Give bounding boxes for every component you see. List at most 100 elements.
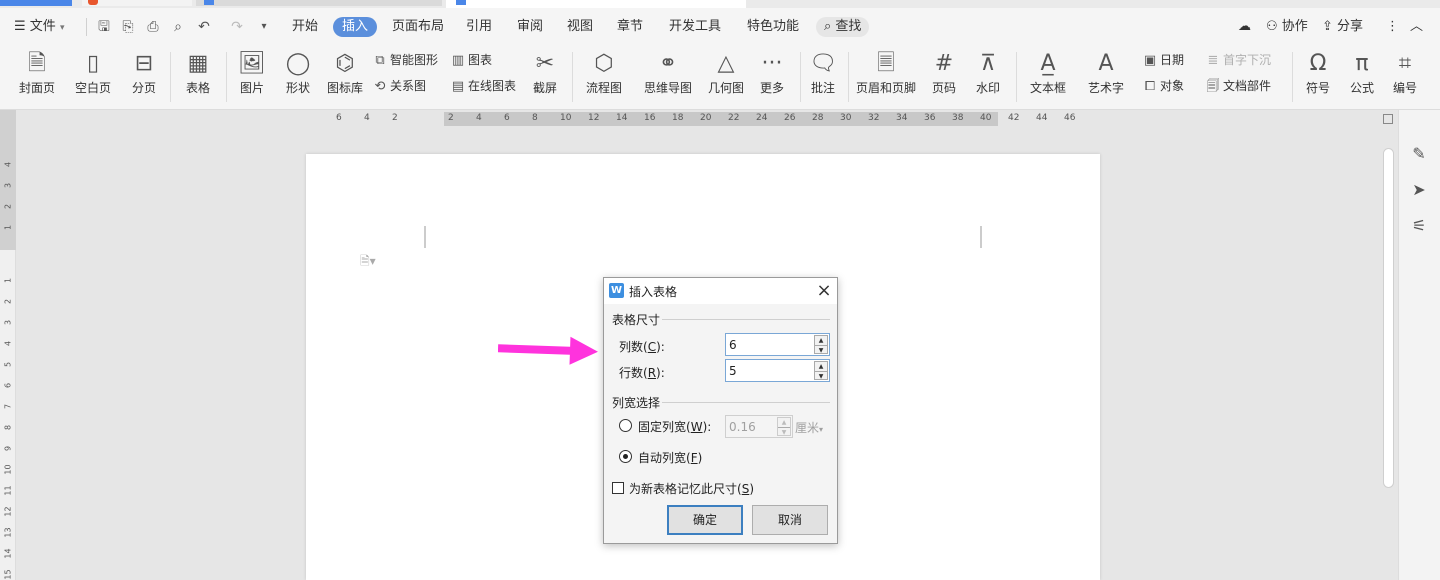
- close-icon[interactable]: ×: [814, 281, 834, 301]
- more-button[interactable]: ··· 更多: [752, 50, 792, 96]
- tab-document-2[interactable]: [196, 0, 442, 6]
- tab-page-layout[interactable]: 页面布局: [392, 17, 444, 37]
- fixed-width-radio[interactable]: [619, 419, 632, 432]
- picture-button[interactable]: 🖼 图片: [232, 50, 272, 96]
- icon-library-button[interactable]: ⌬ 图标库: [324, 50, 366, 96]
- hamburger-icon: ☰: [14, 19, 26, 34]
- decrement-icon: ▼: [815, 345, 827, 354]
- mind-map-button[interactable]: ⚭ 思维导图: [638, 50, 698, 96]
- formula-button[interactable]: π 公式: [1342, 50, 1382, 96]
- tab-special-features[interactable]: 特色功能: [747, 17, 799, 37]
- pen-icon[interactable]: ✎: [1409, 144, 1429, 164]
- word-art-button[interactable]: A 艺术字: [1082, 50, 1130, 96]
- doc-parts-icon: 🗐: [1206, 79, 1220, 94]
- cursor-icon[interactable]: ➤: [1409, 180, 1429, 200]
- columns-spin-buttons[interactable]: ▲ ▼: [814, 335, 828, 354]
- ruler-tick-label: 26: [784, 113, 796, 123]
- format-painter-icon[interactable]: ⎘: [118, 17, 138, 37]
- share-button[interactable]: ⇪ 分享: [1322, 17, 1363, 37]
- cover-page-button[interactable]: 🗎 封面页: [12, 50, 62, 96]
- shape-button[interactable]: ◯ 形状: [278, 50, 318, 96]
- vertical-ruler[interactable]: 4 3 2 1 1 2 3 4 5 6 7 8 9 10 11 12 13 14 15: [0, 110, 16, 580]
- ruler-tick-label: 12: [3, 506, 13, 517]
- rows-stepper[interactable]: ▲▼: [725, 359, 830, 382]
- ruler-tick-label: 6: [3, 382, 13, 389]
- smart-art-button[interactable]: ⧉ 智能图形: [372, 50, 438, 70]
- watermark-icon: ⊼: [979, 51, 997, 76]
- collapse-ribbon-icon[interactable]: ︿: [1410, 17, 1423, 37]
- scrollbar-thumb[interactable]: [1383, 148, 1394, 488]
- vertical-scrollbar[interactable]: [1380, 110, 1396, 580]
- dialog-title-bar[interactable]: W 插入表格 ×: [604, 278, 837, 304]
- page-break-button[interactable]: ⊟ 分页: [124, 50, 164, 96]
- ruler-tick-label: 24: [756, 113, 768, 123]
- tab-home[interactable]: [0, 0, 72, 6]
- header-footer-button[interactable]: 🗏 页眉和页脚: [854, 50, 918, 96]
- print-preview-icon[interactable]: ⌕: [168, 17, 188, 37]
- date-button[interactable]: ▣ 日期: [1142, 50, 1184, 70]
- rows-spin-buttons[interactable]: ▲ ▼: [814, 361, 828, 380]
- more-label: 更多: [759, 81, 784, 95]
- tab-developer[interactable]: 开发工具: [669, 17, 721, 37]
- unit-dropdown: 厘米▾: [795, 421, 824, 435]
- textbox-button[interactable]: A̲ 文本框: [1024, 50, 1072, 96]
- horizontal-ruler[interactable]: 6 4 2 2 4 6 8 10 12 14 16 18 20 22 24 26 28 30 32 34 36 38 40 4…: [16, 110, 1380, 128]
- chart-icon: ▥: [451, 53, 465, 68]
- screenshot-button[interactable]: ✂ 截屏: [524, 50, 566, 96]
- blank-page-button[interactable]: ▯ 空白页: [68, 50, 118, 96]
- flowchart-button[interactable]: ⬡ 流程图: [580, 50, 628, 96]
- pointer-arrow: [498, 336, 598, 365]
- object-button[interactable]: ⧠ 对象: [1142, 76, 1184, 96]
- page-number-button[interactable]: # 页码: [924, 50, 964, 96]
- file-menu[interactable]: ☰ 文件 ▾: [14, 17, 64, 37]
- tab-insert[interactable]: 插入: [333, 17, 378, 37]
- tab-references[interactable]: 引用: [466, 17, 492, 37]
- table-button[interactable]: ▦ 表格: [176, 50, 220, 96]
- symbol-button[interactable]: Ω 符号: [1298, 50, 1338, 96]
- blank-page-icon: ▯: [86, 51, 100, 76]
- more-options-icon[interactable]: ⋮: [1386, 17, 1399, 37]
- sliders-icon[interactable]: ⚟: [1409, 216, 1429, 236]
- paste-options-icon[interactable]: 🗎▾: [360, 252, 376, 273]
- online-chart-button[interactable]: ▤ 在线图表: [450, 76, 516, 96]
- undo-icon[interactable]: ↶: [194, 17, 214, 37]
- scroll-top-icon[interactable]: [1383, 114, 1393, 124]
- remember-size-checkbox[interactable]: [612, 482, 624, 494]
- fixed-width-label: 固定列宽(W):: [638, 420, 712, 434]
- flowchart-icon: ⬡: [594, 51, 614, 76]
- online-chart-icon: ▤: [451, 79, 465, 94]
- doc-parts-label: 文档部件: [1223, 79, 1272, 93]
- tab-document-active[interactable]: [446, 0, 746, 8]
- tab-document-1[interactable]: [82, 0, 192, 6]
- search-box[interactable]: ⌕ 查找: [816, 17, 870, 37]
- collab-button[interactable]: ⚇ 协作: [1266, 17, 1308, 37]
- print-icon[interactable]: ⎙: [143, 17, 163, 37]
- auto-width-radio[interactable]: [619, 450, 632, 463]
- relation-chart-button[interactable]: ⟲ 关系图: [372, 76, 426, 96]
- ok-button[interactable]: 确定: [667, 505, 743, 535]
- save-icon[interactable]: 🖫: [94, 17, 114, 37]
- geometry-button[interactable]: △ 几何图: [704, 50, 748, 96]
- columns-stepper[interactable]: ▲▼: [725, 333, 830, 356]
- rows-input[interactable]: [729, 362, 809, 379]
- watermark-button[interactable]: ⊼ 水印: [968, 50, 1008, 96]
- tab-start[interactable]: 开始: [292, 17, 318, 37]
- numbering-button[interactable]: ⌗ 编号: [1388, 50, 1422, 96]
- tab-review[interactable]: 审阅: [517, 17, 543, 37]
- increment-icon: ▲: [818, 363, 824, 370]
- cloud-sync-icon[interactable]: ☁: [1238, 17, 1251, 37]
- ruler-tick-label: 32: [868, 113, 880, 123]
- tab-section[interactable]: 章节: [617, 17, 643, 37]
- right-sidebar: ✎ ➤ ⚟: [1398, 110, 1440, 580]
- screenshot-icon: ✂: [535, 51, 555, 76]
- object-label: 对象: [1160, 79, 1185, 93]
- comment-button[interactable]: 🗨 批注: [806, 50, 840, 96]
- chart-button[interactable]: ▥ 图表: [450, 50, 492, 70]
- columns-input[interactable]: [729, 336, 809, 353]
- redo-icon[interactable]: ↷: [227, 17, 247, 37]
- quick-access-more-icon[interactable]: ▾: [254, 17, 274, 37]
- doc-parts-button[interactable]: 🗐 文档部件: [1205, 76, 1272, 96]
- textbox-label: 文本框: [1029, 81, 1066, 95]
- tab-view[interactable]: 视图: [567, 17, 593, 37]
- cancel-button[interactable]: 取消: [752, 505, 828, 535]
